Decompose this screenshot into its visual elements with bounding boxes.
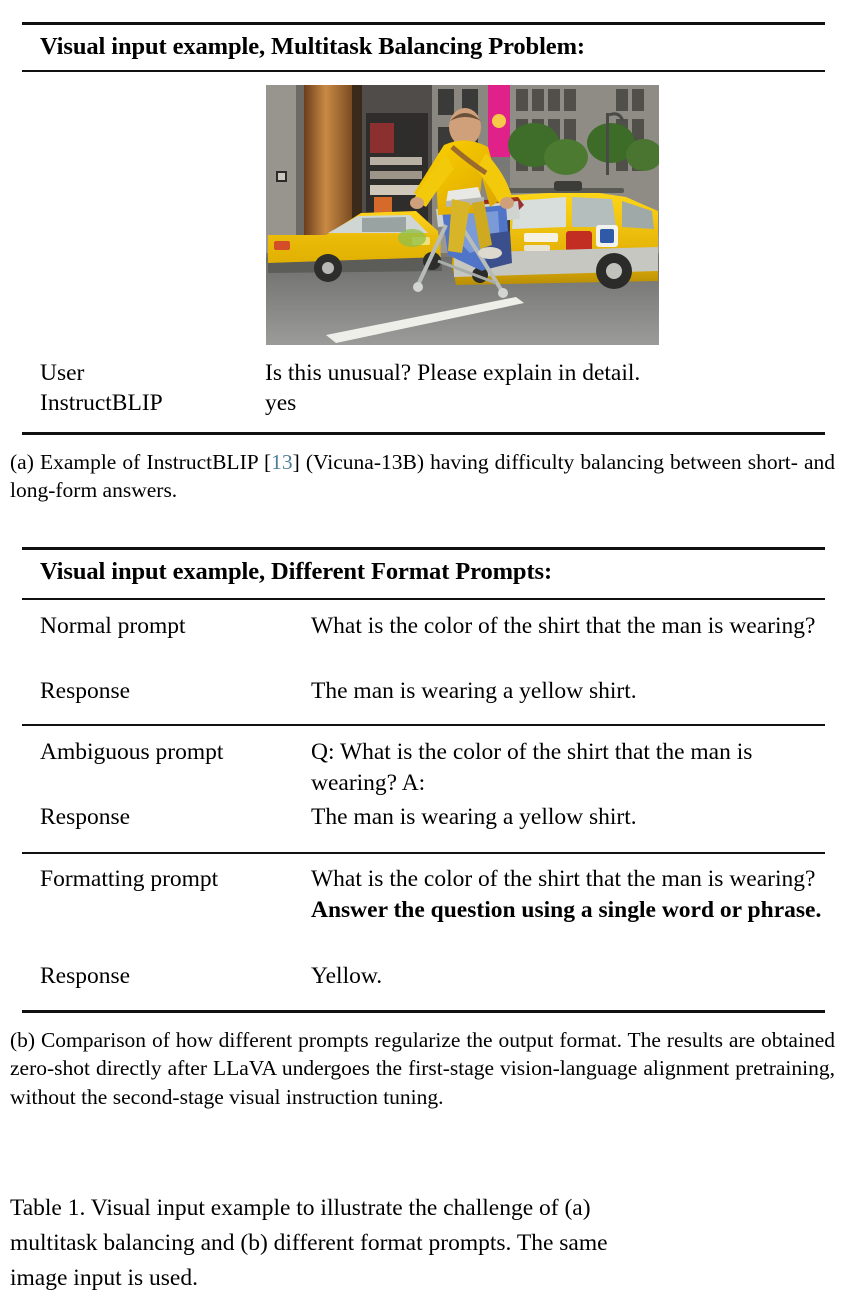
table-b-group-2-response-text: Yellow. <box>311 963 383 989</box>
caption-a-prefix: (a) Example of InstructBLIP <box>10 450 264 474</box>
table-b-group-1-prompt-text: Q: What is the color of the shirt that t… <box>311 739 753 796</box>
table-a-row-1-value: yes <box>265 390 297 416</box>
table-1-caption-line-c: image input is used. <box>10 1265 198 1291</box>
table-a-row-0-value: Is this unusual? Please explain in detai… <box>265 360 641 386</box>
table-a-caption: (a) Example of InstructBLIP [13] (Vicuna… <box>10 448 835 505</box>
table-b-title: Visual input example, Different Format P… <box>40 558 553 585</box>
taxi-ironing-photo <box>266 85 659 345</box>
table-a-title: Visual input example, Multitask Balancin… <box>40 33 585 60</box>
table-a-row-0-label: User <box>40 360 85 386</box>
table-1-caption-line-a: Table 1. Visual input example to illustr… <box>10 1195 591 1221</box>
table-b-group-2-prompt-cell: What is the color of the shirt that the … <box>311 864 823 926</box>
caption-a-bracket-close: ] <box>292 450 300 474</box>
table-b-group-2-prompt-label: Formatting prompt <box>40 866 219 892</box>
table-b-group-1-prompt-label: Ambiguous prompt <box>40 739 224 765</box>
table-b-group-0-response-label: Response <box>40 678 131 704</box>
table-1-caption: Table 1. Visual input example to illustr… <box>10 1191 836 1296</box>
table-b-group-1-response-text: The man is wearing a yellow shirt. <box>311 804 637 830</box>
table-b-caption: (b) Comparison of how different prompts … <box>10 1028 835 1109</box>
table-b-group-2-prompt-bold: Answer the question using a single word … <box>311 897 822 923</box>
table-a-row-1-label: InstructBLIP <box>40 390 163 416</box>
citation-link-13[interactable]: 13 <box>271 450 293 474</box>
table-b-group-rule-2 <box>22 852 825 854</box>
table-a-bottom-rule <box>22 432 825 435</box>
table-a-title-rule <box>22 70 825 72</box>
table-b-group-0-prompt-label: Normal prompt <box>40 613 186 639</box>
paper-page: Visual input example, Multitask Balancin… <box>0 0 844 1314</box>
table-b-group-rule-1 <box>22 724 825 726</box>
table-b-group-2-prompt-text: What is the color of the shirt that the … <box>311 866 816 892</box>
table-1-caption-line-b: multitask balancing and (b) different fo… <box>10 1230 608 1256</box>
table-b-title-rule <box>22 598 825 600</box>
table-a-top-rule <box>22 22 825 25</box>
table-b-group-0-response-text: The man is wearing a yellow shirt. <box>311 678 637 704</box>
table-b-top-rule <box>22 547 825 550</box>
table-b-group-2-response-label: Response <box>40 963 131 989</box>
table-b-group-1-response-label: Response <box>40 804 131 830</box>
table-b-group-0-prompt-text: What is the color of the shirt that the … <box>311 613 816 639</box>
table-b-bottom-rule <box>22 1010 825 1013</box>
